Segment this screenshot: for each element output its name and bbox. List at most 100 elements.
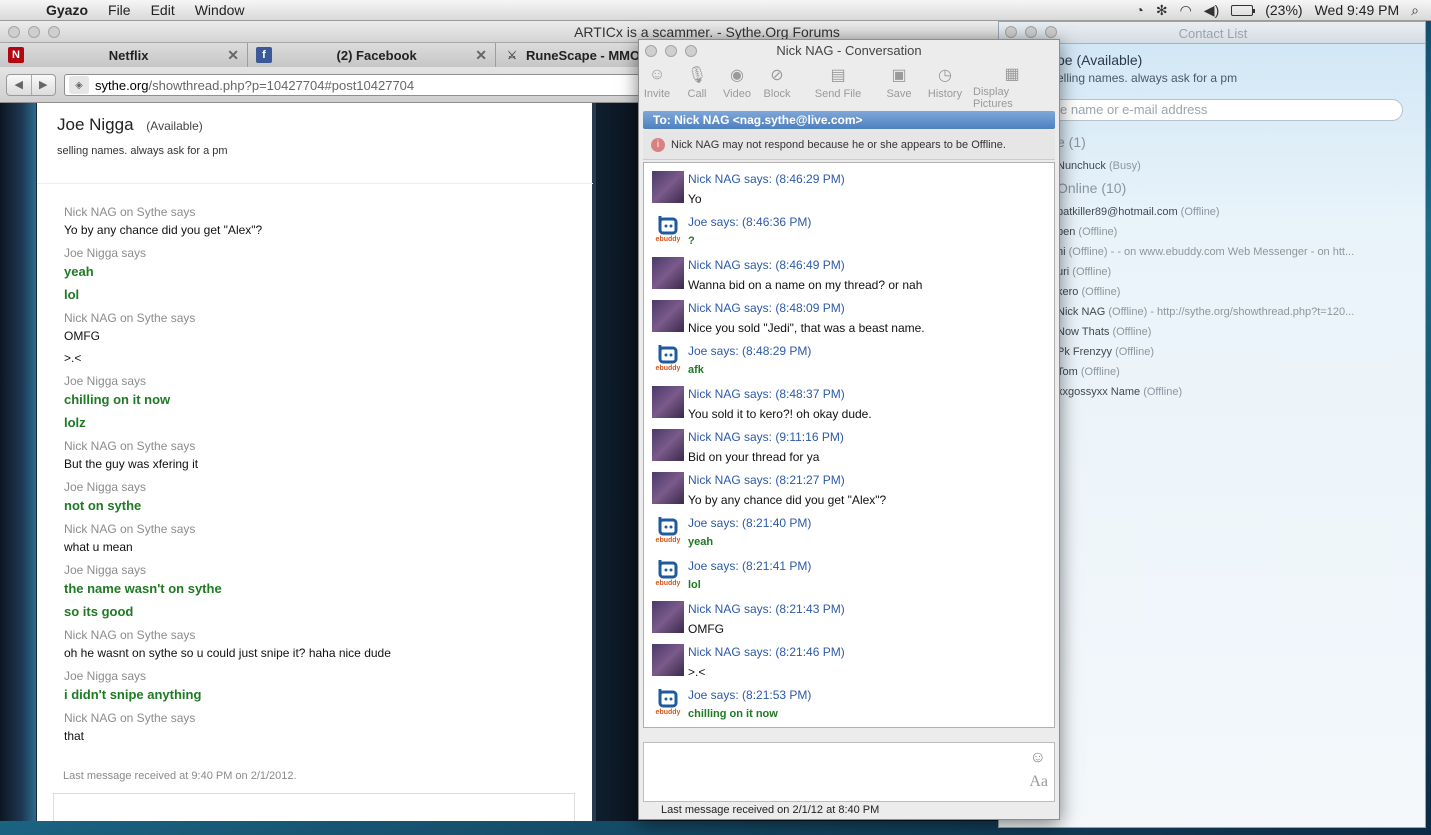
- contact-item[interactable]: Nunchuck (Busy): [1057, 160, 1417, 180]
- conversation-title: Nick NAG - Conversation: [776, 43, 922, 58]
- menu-edit[interactable]: Edit: [141, 2, 185, 18]
- contact-group-header[interactable]: Online (10): [1057, 180, 1417, 200]
- contact-name: patkiller89@hotmail.com: [1057, 206, 1178, 218]
- menu-app-name[interactable]: Gyazo: [36, 2, 98, 18]
- contact-search-input[interactable]: e name or e-mail address: [1049, 99, 1403, 121]
- ebuddy-logo-text: ebuddy: [655, 537, 681, 544]
- close-tab-icon[interactable]: ✕: [227, 47, 239, 64]
- netflix-icon: N: [8, 47, 24, 63]
- menu-file[interactable]: File: [98, 2, 141, 18]
- emoticon-icon[interactable]: ☺: [1030, 749, 1046, 767]
- message-sender: Nick NAG says: (8:21:43 PM): [688, 602, 845, 616]
- contact-item[interactable]: Pk Frenzyy (Offline): [1057, 346, 1417, 366]
- menu-window[interactable]: Window: [185, 2, 255, 18]
- toolbar-call-button[interactable]: 🎙 Call: [679, 64, 715, 108]
- toolbar-send-file-button[interactable]: ▤ Send File: [799, 64, 877, 108]
- contact-status: (Busy): [1108, 160, 1141, 172]
- message-text: You sold it to kero?! oh okay dude.: [688, 407, 872, 421]
- message-text: afk: [688, 364, 704, 376]
- my-display-name[interactable]: oe (Available): [1057, 52, 1142, 68]
- address-bar[interactable]: ◈ sythe.org/showthread.php?p=10427704#po…: [64, 74, 664, 96]
- battery-percent[interactable]: (23%): [1265, 2, 1302, 18]
- contact-group-header[interactable]: e (1): [1057, 134, 1417, 154]
- contact-status: (Offline): [1112, 326, 1152, 338]
- chat-sender: Joe Nigga says: [64, 563, 147, 577]
- offline-warning-text: Nick NAG may not respond because he or s…: [671, 138, 1006, 151]
- contact-item[interactable]: xxgossyxx Name (Offline): [1057, 386, 1417, 406]
- menu-clock[interactable]: Wed 9:49 PM: [1315, 2, 1400, 18]
- bluetooth-icon[interactable]: ✻: [1156, 2, 1168, 19]
- conversation-message: ebuddy Joe says: (8:48:29 PM) afk: [652, 339, 1046, 382]
- site-identity-icon[interactable]: ◈: [69, 76, 89, 94]
- close-tab-icon[interactable]: ✕: [475, 47, 487, 64]
- contact-status: (Offline): [1072, 266, 1112, 278]
- ebuddy-status-message[interactable]: selling names. always ask for a pm: [57, 145, 228, 157]
- chat-sender: Nick NAG on Sythe says: [64, 311, 196, 325]
- chat-message-text: OMFG: [64, 329, 100, 343]
- time-machine-icon[interactable]: ◔: [1135, 2, 1143, 18]
- volume-icon[interactable]: ◀): [1204, 2, 1219, 19]
- chat-message-text: so its good: [64, 604, 134, 619]
- message-text: yeah: [688, 536, 714, 548]
- ebuddy-avatar: ebuddy: [652, 214, 684, 246]
- contact-avatar: [652, 257, 684, 289]
- ebuddy-message-input[interactable]: [53, 793, 575, 821]
- conversation-message: Nick NAG says: (8:48:09 PM) Nice you sold…: [652, 296, 1046, 339]
- message-sender: Joe says: (8:21:40 PM): [688, 516, 812, 530]
- contact-item[interactable]: patkiller89@hotmail.com (Offline): [1057, 206, 1417, 226]
- contact-item[interactable]: Now Thats (Offline): [1057, 326, 1417, 346]
- toolbar-history-button[interactable]: ◷ History: [921, 64, 969, 108]
- tab-netflix[interactable]: N Netflix ✕: [0, 43, 248, 67]
- battery-icon[interactable]: [1231, 4, 1256, 16]
- ebuddy-availability[interactable]: (Available): [146, 119, 202, 133]
- contact-item[interactable]: kero (Offline): [1057, 286, 1417, 306]
- conversation-history: Nick NAG says: (8:46:29 PM) Yo ebuddy Joe s…: [643, 162, 1055, 728]
- contact-item[interactable]: Nick NAG (Offline) - http://sythe.org/sh…: [1057, 306, 1417, 326]
- toolbar-save-button[interactable]: ▣ Save: [881, 64, 917, 108]
- message-text: Wanna bid on a name on my thread? or nah: [688, 278, 923, 292]
- conversation-message: Nick NAG says: (8:46:49 PM) Wanna bid on …: [652, 253, 1046, 296]
- save-icon: ▣: [891, 67, 907, 84]
- facebook-icon: f: [256, 47, 272, 63]
- contact-list-window: Contact List oe (Available) elling names…: [998, 21, 1426, 828]
- url-path: /showthread.php?p=10427704#post10427704: [148, 77, 415, 93]
- tab-facebook[interactable]: f (2) Facebook ✕: [248, 43, 496, 67]
- message-sender: Joe says: (8:21:53 PM): [688, 688, 812, 702]
- ebuddy-last-message-info: Last message received at 9:40 PM on 2/1/…: [63, 770, 297, 782]
- contact-name: Now Thats: [1057, 326, 1110, 338]
- back-button[interactable]: ◀: [7, 75, 32, 95]
- toolbar-block-button[interactable]: ⊘ Block: [759, 64, 795, 108]
- message-sender: Nick NAG says: (8:21:46 PM): [688, 645, 845, 659]
- conversation-message: Nick NAG says: (8:21:43 PM) OMFG: [652, 597, 1046, 640]
- contact-status: (Offline): [1143, 386, 1183, 398]
- sword-icon: ⚔: [507, 49, 517, 62]
- contact-name: Nunchuck: [1057, 160, 1106, 172]
- chat-message-text: what u mean: [64, 540, 133, 554]
- tab-label: Netflix: [108, 47, 149, 63]
- message-text: Bid on your thread for ya: [688, 450, 820, 464]
- contact-item[interactable]: uri (Offline): [1057, 266, 1417, 286]
- contact-item[interactable]: ben (Offline): [1057, 226, 1417, 246]
- message-text: ?: [688, 235, 695, 247]
- forward-button[interactable]: ▶: [32, 75, 56, 95]
- contact-status: (Offline): [1080, 366, 1120, 378]
- toolbar-display-pictures-button[interactable]: ▦ Display Pictures: [973, 64, 1051, 110]
- chat-message: Joe Nigga says chilling on it now lolz: [64, 374, 584, 430]
- contact-status: (Offline): [1115, 346, 1154, 358]
- conversation-message: ebuddy Joe says: (8:21:41 PM) lol: [652, 554, 1046, 597]
- toolbar-video-button[interactable]: ◉ Video: [719, 64, 755, 108]
- contact-item[interactable]: Tom (Offline): [1057, 366, 1417, 386]
- contact-item[interactable]: hi (Offline) - - on www.ebuddy.com Web M…: [1057, 246, 1417, 266]
- spotlight-search-icon[interactable]: ⌕: [1411, 2, 1419, 19]
- font-settings-icon[interactable]: Aa: [1029, 773, 1048, 791]
- message-compose-input[interactable]: ☺ Aa: [643, 742, 1055, 802]
- chat-message-text: that: [64, 729, 85, 743]
- chat-sender: Nick NAG on Sythe says: [64, 522, 196, 536]
- toolbar-label: History: [927, 88, 963, 100]
- message-sender: Joe says: (8:21:41 PM): [688, 559, 812, 573]
- my-personal-message[interactable]: elling names. always ask for a pm: [1057, 71, 1237, 85]
- wifi-icon[interactable]: ◠: [1180, 2, 1192, 19]
- contact-status: (Offline): [1078, 226, 1118, 238]
- conversation-message: Nick NAG says: (9:11:16 PM) Bid on your t…: [652, 425, 1046, 468]
- toolbar-invite-button[interactable]: ☺ Invite: [639, 64, 675, 108]
